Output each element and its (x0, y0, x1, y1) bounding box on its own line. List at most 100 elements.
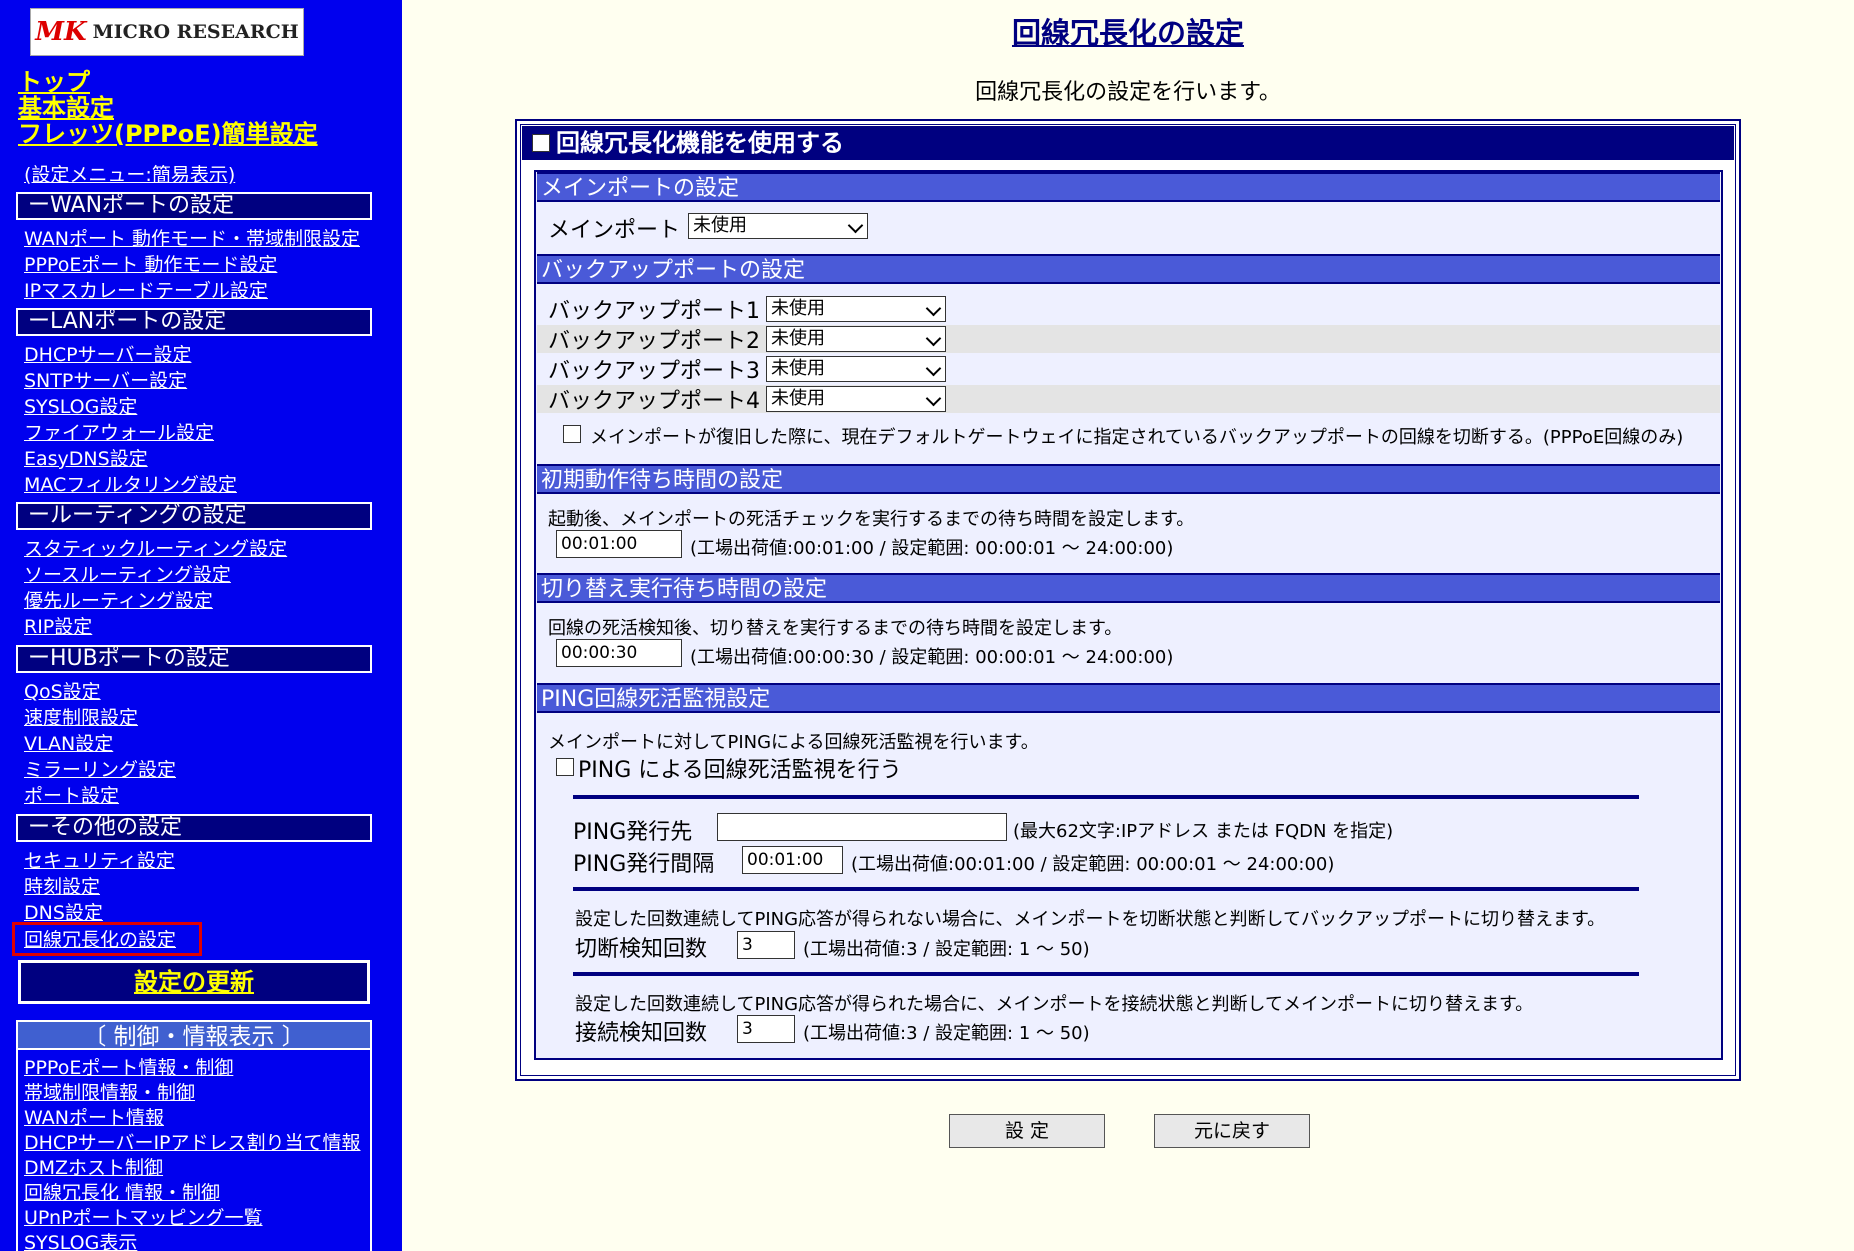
divider (573, 887, 1639, 891)
sidebar-item-time[interactable]: 時刻設定 (24, 872, 100, 899)
sidebar-item-syslog[interactable]: SYSLOG設定 (24, 392, 137, 419)
sidebar-item-redundancy[interactable]: 回線冗長化の設定 (24, 925, 176, 952)
sidebar-item-static-routing[interactable]: スタティックルーティング設定 (24, 534, 287, 561)
control-panel-title: 〔 制御・情報表示 〕 (16, 1020, 372, 1050)
ping-enable-label: PING による回線死活監視を行う (578, 758, 902, 783)
section-lan: ーLANポートの設定 (16, 308, 372, 336)
ctrl-item-wan-info[interactable]: WANポート情報 (24, 1103, 164, 1130)
ctrl-item-dmz[interactable]: DMZホスト制御 (24, 1153, 163, 1180)
fail-description: 設定した回数連続してPING応答が得られない場合に、メインポートを切断状態と判断… (575, 909, 1606, 930)
backup-port-3-label: バックアップポート3 (548, 359, 760, 384)
section-other: ーその他の設定 (16, 814, 372, 842)
chevron-down-icon (925, 300, 942, 317)
fail-count-input[interactable]: 3 (737, 931, 795, 959)
section-routing: ールーティングの設定 (16, 502, 372, 530)
ok-count-hint: (工場出荷値:3 / 設定範囲: 1 〜 50) (803, 1023, 1090, 1044)
ping-interval-hint: (工場出荷値:00:01:00 / 設定範囲: 00:00:01 〜 24:00… (851, 854, 1335, 875)
main-port-value: 未使用 (693, 215, 747, 236)
ping-header: PING回線死活監視設定 (537, 683, 1720, 713)
initial-wait-description: 起動後、メインポートの死活チェックを実行するまでの待ち時間を設定します。 (548, 509, 1195, 530)
sidebar-item-security[interactable]: セキュリティ設定 (24, 846, 175, 873)
sidebar-item-source-routing[interactable]: ソースルーティング設定 (24, 560, 231, 587)
switch-wait-description: 回線の死活検知後、切り替えを実行するまでの待ち時間を設定します。 (548, 618, 1123, 639)
sidebar-item-ip-masquerade[interactable]: IPマスカレードテーブル設定 (24, 276, 268, 303)
ctrl-item-redundancy-info[interactable]: 回線冗長化 情報・制御 (24, 1178, 220, 1205)
backup-port-4-label: バックアップポート4 (548, 389, 760, 414)
ok-count-input[interactable]: 3 (737, 1015, 795, 1043)
main-port-select[interactable]: 未使用 (688, 213, 868, 239)
ctrl-item-dhcp-leases[interactable]: DHCPサーバーIPアドレス割り当て情報 (24, 1128, 361, 1155)
ctrl-item-syslog-view[interactable]: SYSLOG表示 (24, 1228, 137, 1251)
ping-interval-label: PING発行間隔 (573, 852, 715, 877)
page-description: 回線冗長化の設定を行います。 (975, 80, 1281, 105)
switch-wait-header: 切り替え実行待ち時間の設定 (537, 573, 1720, 603)
sidebar-item-easydns[interactable]: EasyDNS設定 (24, 444, 148, 471)
backup-port-header: バックアップポートの設定 (537, 254, 1720, 284)
ctrl-item-pppoe-info[interactable]: PPPoEポート情報・制御 (24, 1053, 233, 1080)
revert-button[interactable]: 元に戻す (1154, 1114, 1310, 1148)
sidebar-item-mirroring[interactable]: ミラーリング設定 (24, 755, 176, 782)
ctrl-item-bandwidth-info[interactable]: 帯域制限情報・制御 (24, 1078, 195, 1105)
sidebar-item-sntp[interactable]: SNTPサーバー設定 (24, 366, 187, 393)
chevron-down-icon (847, 217, 864, 234)
backup-port-4-value: 未使用 (771, 388, 825, 409)
backup-port-2-label: バックアップポート2 (548, 329, 760, 354)
logo-text: MICRO RESEARCH (92, 21, 299, 43)
sidebar-item-vlan[interactable]: VLAN設定 (24, 729, 113, 756)
initial-wait-input[interactable]: 00:01:00 (556, 530, 682, 558)
ping-target-label: PING発行先 (573, 820, 693, 845)
sidebar-item-qos[interactable]: QoS設定 (24, 677, 101, 704)
disconnect-option-label: メインポートが復旧した際に、現在デフォルトゲートウェイに指定されているバックアッ… (590, 427, 1684, 448)
sidebar-item-dns[interactable]: DNS設定 (24, 898, 103, 925)
initial-wait-header: 初期動作待ち時間の設定 (537, 464, 1720, 494)
backup-port-3-select[interactable]: 未使用 (766, 356, 946, 382)
feature-toggle-header: 回線冗長化機能を使用する (522, 126, 1734, 160)
update-settings-button[interactable]: 設定の更新 (18, 960, 370, 1004)
ok-count-label: 接続検知回数 (575, 1021, 708, 1046)
disconnect-option-checkbox[interactable] (563, 425, 581, 443)
menu-mode-link[interactable]: (設定メニュー:簡易表示) (24, 160, 235, 187)
sidebar-item-priority-routing[interactable]: 優先ルーティング設定 (24, 586, 213, 613)
feature-toggle-checkbox[interactable] (532, 133, 550, 152)
sidebar-item-wan-mode[interactable]: WANポート 動作モード・帯域制限設定 (24, 224, 360, 251)
micro-research-logo[interactable]: MK MICRO RESEARCH (30, 8, 304, 56)
sidebar-item-pppoe-mode[interactable]: PPPoEポート 動作モード設定 (24, 250, 277, 277)
main-port-header: メインポートの設定 (537, 172, 1720, 202)
divider (573, 795, 1639, 799)
fail-count-hint: (工場出荷値:3 / 設定範囲: 1 〜 50) (803, 939, 1090, 960)
sidebar-item-dhcp[interactable]: DHCPサーバー設定 (24, 340, 191, 367)
divider (573, 972, 1639, 976)
sidebar-item-rip[interactable]: RIP設定 (24, 612, 92, 639)
initial-wait-hint: (工場出荷値:00:01:00 / 設定範囲: 00:00:01 〜 24:00… (690, 538, 1174, 559)
sidebar-item-rate-limit[interactable]: 速度制限設定 (24, 703, 138, 730)
section-hub: ーHUBポートの設定 (16, 645, 372, 673)
backup-port-2-select[interactable]: 未使用 (766, 326, 946, 352)
ctrl-item-upnp[interactable]: UPnPポートマッピング一覧 (24, 1203, 263, 1230)
sidebar-item-port[interactable]: ポート設定 (24, 781, 119, 808)
ping-interval-input[interactable]: 00:01:00 (742, 846, 843, 874)
sidebar-item-mac-filter[interactable]: MACフィルタリング設定 (24, 470, 237, 497)
switch-wait-input[interactable]: 00:00:30 (556, 639, 682, 667)
chevron-down-icon (925, 360, 942, 377)
ping-target-input[interactable] (717, 813, 1007, 841)
ok-description: 設定した回数連続してPING応答が得られた場合に、メインポートを接続状態と判断し… (575, 994, 1534, 1015)
sidebar: MK MICRO RESEARCH トップ 基本設定 フレッツ(PPPoE)簡単… (0, 0, 402, 1251)
nav-flets-easy-setup[interactable]: フレッツ(PPPoE)簡単設定 (18, 114, 318, 149)
backup-port-3-value: 未使用 (771, 358, 825, 379)
chevron-down-icon (925, 390, 942, 407)
chevron-down-icon (925, 330, 942, 347)
fail-count-label: 切断検知回数 (575, 937, 708, 962)
backup-port-4-select[interactable]: 未使用 (766, 386, 946, 412)
sidebar-item-firewall[interactable]: ファイアウォール設定 (24, 418, 214, 445)
ping-target-hint: (最大62文字:IPアドレス または FQDN を指定) (1013, 821, 1394, 842)
switch-wait-hint: (工場出荷値:00:00:30 / 設定範囲: 00:00:01 〜 24:00… (690, 647, 1174, 668)
backup-port-2-value: 未使用 (771, 328, 825, 349)
apply-button[interactable]: 設 定 (949, 1114, 1105, 1148)
backup-port-1-label: バックアップポート1 (548, 299, 760, 324)
section-wan: ーWANポートの設定 (16, 192, 372, 220)
page-title: 回線冗長化の設定 (1011, 16, 1244, 50)
main-port-label: メインポート (548, 218, 681, 243)
ping-description: メインポートに対してPINGによる回線死活監視を行います。 (548, 732, 1039, 753)
backup-port-1-select[interactable]: 未使用 (766, 296, 946, 322)
ping-enable-checkbox[interactable] (556, 758, 574, 776)
